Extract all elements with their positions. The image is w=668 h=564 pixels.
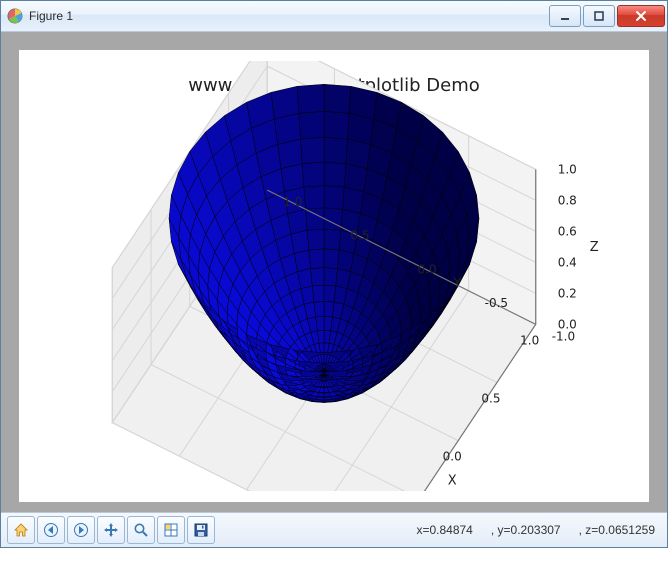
- figure-client: www.jb51.net - matplotlib Demo -1.0-0.50…: [1, 32, 667, 512]
- svg-text:0.4: 0.4: [558, 255, 577, 269]
- svg-text:0.6: 0.6: [558, 224, 577, 238]
- figure-canvas[interactable]: www.jb51.net - matplotlib Demo -1.0-0.50…: [19, 50, 649, 502]
- pan-icon: [103, 522, 119, 538]
- svg-text:0.0: 0.0: [443, 450, 462, 464]
- save-icon: [193, 522, 209, 538]
- home-button[interactable]: [7, 516, 35, 544]
- svg-text:X: X: [448, 474, 457, 489]
- svg-text:Y: Y: [453, 276, 462, 291]
- subplots-icon: [163, 522, 179, 538]
- svg-text:1.0: 1.0: [283, 195, 302, 209]
- back-button[interactable]: [37, 516, 65, 544]
- matplotlib-icon: [7, 8, 23, 24]
- figure-window: Figure 1 www.jb51.net - matplotlib Demo …: [0, 0, 668, 548]
- svg-text:0.5: 0.5: [350, 229, 369, 243]
- svg-text:1.0: 1.0: [558, 162, 577, 176]
- svg-text:0.2: 0.2: [558, 286, 577, 300]
- status-y: , y=0.203307: [491, 523, 561, 537]
- subplots-button[interactable]: [157, 516, 185, 544]
- home-icon: [13, 522, 29, 538]
- back-icon: [43, 522, 59, 538]
- nav-toolbar: x=0.84874 , y=0.203307 , z=0.0651259: [1, 512, 667, 547]
- forward-icon: [73, 522, 89, 538]
- svg-text:0.5: 0.5: [481, 391, 500, 405]
- svg-text:-0.5: -0.5: [485, 296, 508, 310]
- close-button[interactable]: [617, 5, 665, 27]
- window-title: Figure 1: [29, 9, 73, 23]
- zoom-button[interactable]: [127, 516, 155, 544]
- status-z: , z=0.0651259: [579, 523, 655, 537]
- zoom-icon: [133, 522, 149, 538]
- cursor-status: x=0.84874 , y=0.203307 , z=0.0651259: [416, 523, 661, 537]
- svg-text:0.0: 0.0: [558, 317, 577, 331]
- svg-text:1.0: 1.0: [520, 333, 539, 347]
- save-button[interactable]: [187, 516, 215, 544]
- pan-button[interactable]: [97, 516, 125, 544]
- svg-text:Z: Z: [590, 240, 599, 255]
- svg-text:0.0: 0.0: [418, 262, 437, 276]
- minimize-button[interactable]: [549, 5, 581, 27]
- maximize-button[interactable]: [583, 5, 615, 27]
- svg-text:-1.0: -1.0: [552, 329, 575, 343]
- plot-3d: www.jb51.net - matplotlib Demo -1.0-0.50…: [54, 61, 614, 491]
- status-x: x=0.84874: [416, 523, 472, 537]
- forward-button[interactable]: [67, 516, 95, 544]
- titlebar: Figure 1: [1, 1, 667, 32]
- svg-text:0.8: 0.8: [558, 193, 577, 207]
